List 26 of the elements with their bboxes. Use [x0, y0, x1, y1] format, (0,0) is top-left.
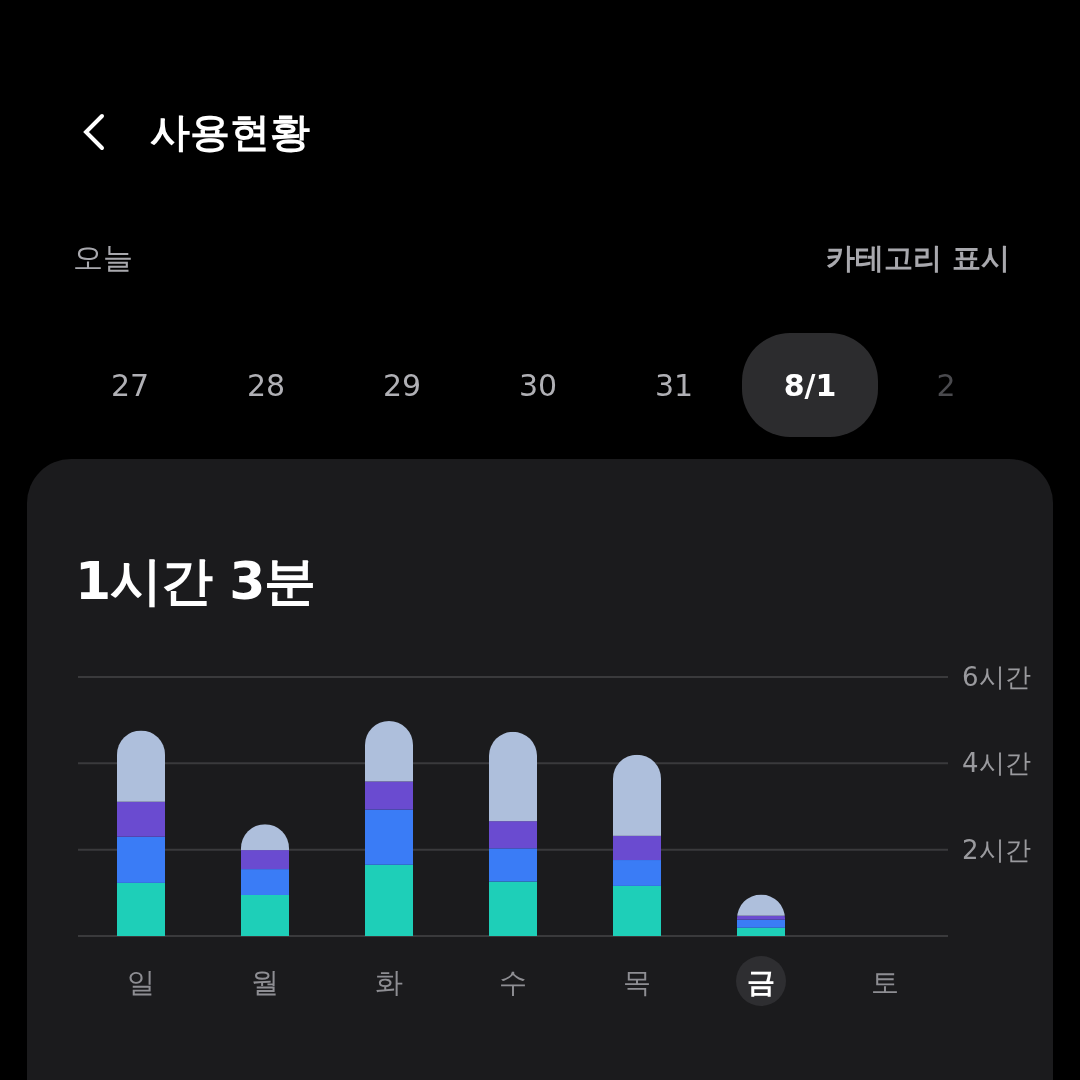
axis-label: 2시간 [962, 834, 1031, 865]
date-tab[interactable]: 30 [470, 333, 606, 437]
date-tab[interactable]: 8/1 [742, 333, 878, 437]
category-toggle[interactable]: 카테고리 표시 [825, 238, 1010, 279]
bar-segment [241, 850, 289, 870]
date-tab[interactable]: 29 [334, 333, 470, 437]
day-label[interactable]: 월 [251, 966, 279, 999]
bar-segment [365, 864, 413, 936]
date-tab[interactable]: 27 [62, 333, 198, 437]
date-tab[interactable]: 31 [606, 333, 742, 437]
day-label[interactable]: 수 [499, 966, 527, 999]
bar-segment [117, 836, 165, 883]
date-tab[interactable]: 28 [198, 333, 334, 437]
day-label[interactable]: 화 [375, 966, 403, 999]
bar-segment [737, 927, 785, 936]
page-title: 사용현황 [150, 107, 310, 157]
total-usage: 1시간 3분 [74, 550, 316, 613]
day-label[interactable]: 목 [623, 966, 651, 999]
bar-segment [241, 824, 289, 851]
axis-label: 6시간 [962, 662, 1031, 692]
day-label[interactable]: 토 [871, 966, 899, 999]
axis-label: 4시간 [962, 748, 1031, 779]
day-label[interactable]: 금 [747, 966, 775, 999]
day-label[interactable]: 일 [127, 966, 155, 999]
period-label[interactable]: 오늘 [73, 238, 133, 279]
bar-segment [117, 882, 165, 936]
